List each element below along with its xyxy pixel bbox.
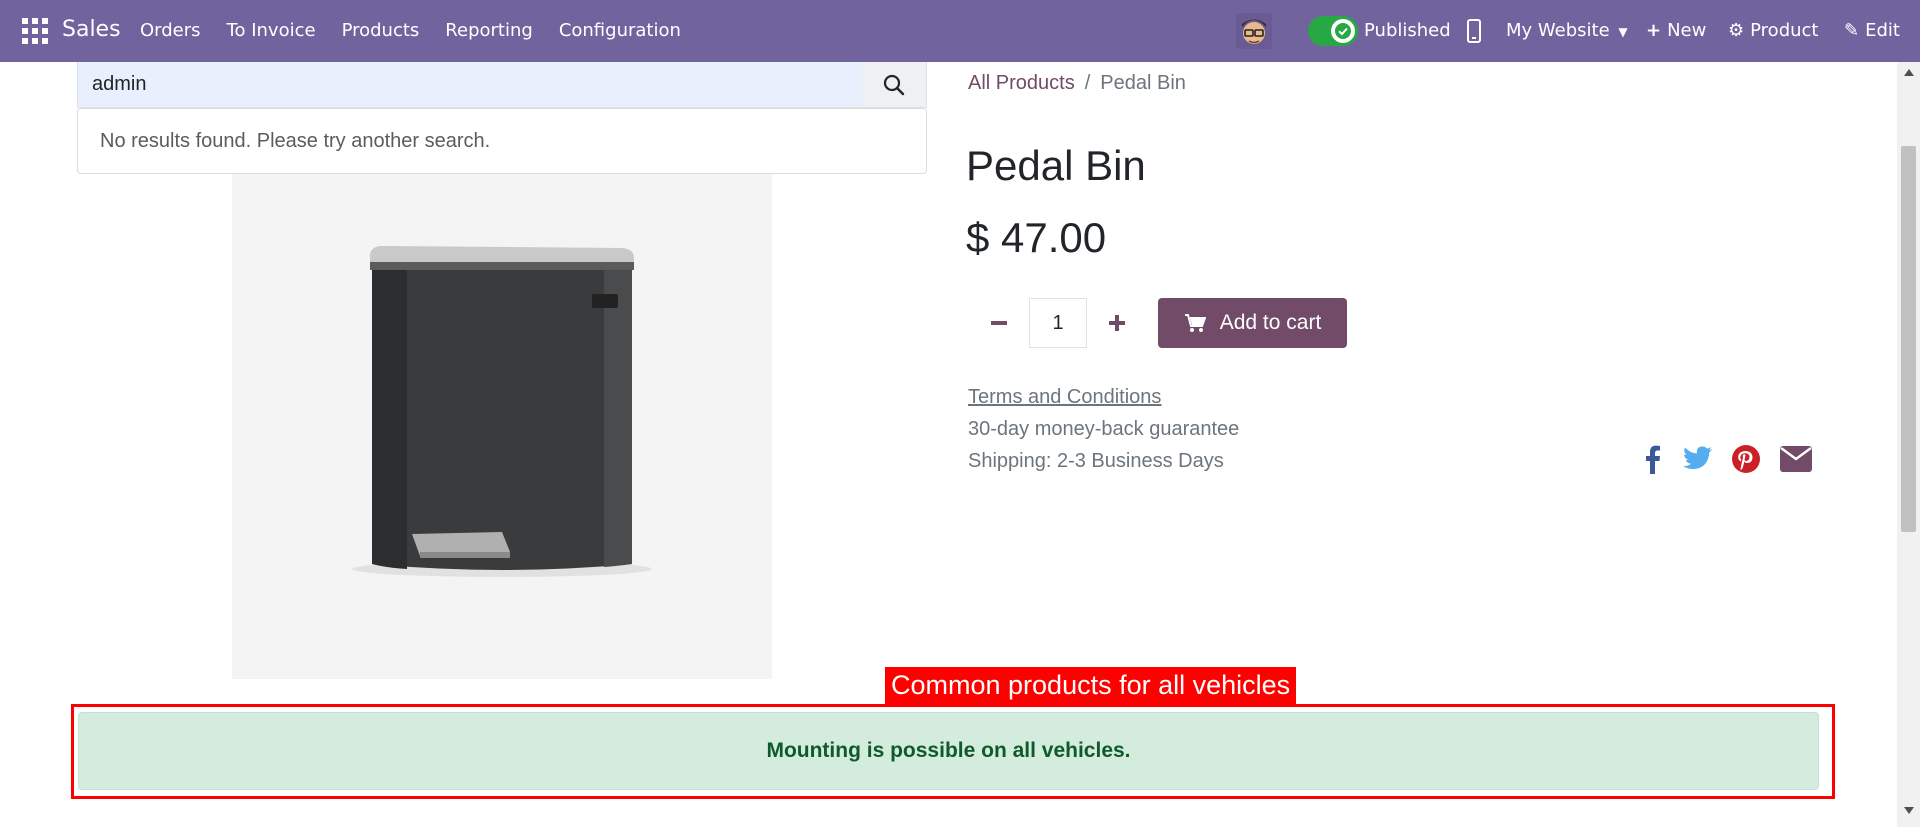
guarantee-text: 30-day money-back guarantee	[968, 418, 1240, 440]
menu-item-reporting[interactable]: Reporting	[432, 0, 546, 62]
edit-button[interactable]: ✎ Edit	[1844, 20, 1900, 41]
apps-grid-icon[interactable]	[22, 18, 48, 44]
website-selector[interactable]: My Website ▼	[1506, 20, 1628, 41]
menu-item-orders[interactable]: Orders	[140, 0, 214, 62]
pedal-bin-image	[352, 246, 652, 577]
breadcrumb-all-products[interactable]: All Products	[968, 72, 1075, 94]
search-button[interactable]	[862, 62, 926, 107]
new-label: New	[1667, 20, 1707, 41]
twitter-icon[interactable]	[1682, 442, 1714, 476]
quantity-decrease-button[interactable]	[978, 302, 1020, 344]
vehicle-compatibility-alert: Mounting is possible on all vehicles.	[78, 712, 1819, 790]
search-results-dropdown: No results found. Please try another sea…	[77, 108, 927, 174]
user-avatar[interactable]	[1236, 13, 1272, 49]
product-button[interactable]: ⚙ Product	[1728, 20, 1818, 41]
menu-item-to-invoice[interactable]: To Invoice	[214, 0, 329, 62]
search-input[interactable]	[78, 62, 862, 106]
menu-item-configuration[interactable]: Configuration	[546, 0, 694, 62]
product-image	[232, 174, 772, 679]
gear-icon: ⚙	[1728, 20, 1745, 41]
website-label: My Website	[1506, 20, 1610, 41]
menu-item-products[interactable]: Products	[329, 0, 433, 62]
breadcrumb-current: Pedal Bin	[1100, 72, 1186, 94]
quantity-increase-button[interactable]	[1096, 302, 1138, 344]
check-icon	[1331, 19, 1355, 43]
app-name[interactable]: Sales	[62, 17, 121, 42]
product-price: $ 47.00	[966, 214, 1107, 261]
cart-icon	[1184, 314, 1206, 332]
caret-down-icon: ▼	[1618, 25, 1628, 39]
add-to-cart-label: Add to cart	[1219, 311, 1322, 334]
pencil-icon: ✎	[1844, 20, 1860, 41]
search-icon	[883, 74, 905, 95]
facebook-icon[interactable]	[1642, 442, 1664, 476]
scroll-down-arrow-icon[interactable]	[1897, 807, 1920, 821]
no-results-message: No results found. Please try another sea…	[100, 129, 491, 152]
published-toggle[interactable]	[1308, 16, 1358, 46]
pinterest-icon[interactable]	[1731, 442, 1761, 476]
email-icon[interactable]	[1779, 442, 1813, 476]
search-box	[77, 62, 927, 108]
terms-and-conditions-link[interactable]: Terms and Conditions	[968, 386, 1161, 409]
add-to-cart-button[interactable]: Add to cart	[1158, 298, 1347, 348]
alert-message: Mounting is possible on all vehicles.	[766, 739, 1131, 762]
annotation-label: Common products for all vehicles	[885, 667, 1297, 704]
plus-icon	[1109, 315, 1125, 331]
published-label[interactable]: Published	[1364, 20, 1451, 41]
scrollbar-thumb[interactable]	[1901, 146, 1916, 532]
breadcrumb: All Products / Pedal Bin	[968, 72, 1186, 95]
scroll-up-arrow-icon[interactable]	[1897, 68, 1920, 82]
product-title: Pedal Bin	[966, 142, 1146, 189]
shipping-text: Shipping: 2-3 Business Days	[968, 450, 1224, 472]
plus-icon: +	[1646, 20, 1662, 41]
quantity-input[interactable]	[1029, 298, 1087, 348]
top-navbar: Sales Orders To Invoice Products Reporti…	[0, 0, 1920, 62]
breadcrumb-separator: /	[1084, 72, 1091, 94]
edit-label: Edit	[1865, 20, 1900, 41]
mobile-preview-icon[interactable]	[1466, 19, 1482, 43]
new-button[interactable]: + New	[1646, 20, 1706, 41]
minus-icon	[991, 321, 1007, 325]
main-menu: Orders To Invoice Products Reporting Con…	[140, 0, 694, 62]
vertical-scrollbar[interactable]	[1897, 62, 1920, 827]
product-label: Product	[1750, 20, 1819, 41]
